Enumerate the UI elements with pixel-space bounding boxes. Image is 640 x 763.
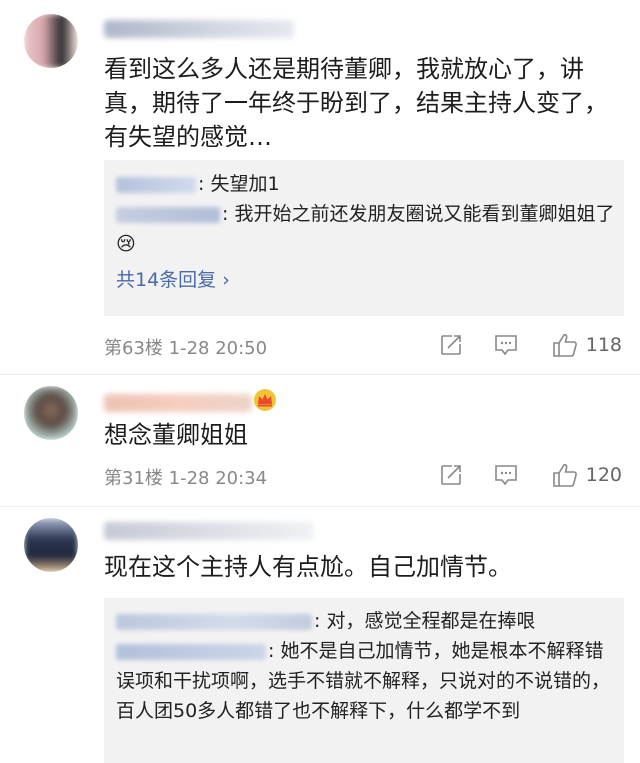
username[interactable] xyxy=(104,20,294,38)
reply-box: : 失望加1 : 我开始之前还发朋友圈说又能看到董卿姐姐了😢 共14条回复 › xyxy=(104,160,624,316)
reply-item[interactable]: : 她不是自己加情节，她是根本不解释错误项和干扰项啊，选手不错就不解释，只说对的… xyxy=(104,636,624,726)
username[interactable] xyxy=(104,394,252,412)
reply-username[interactable] xyxy=(116,643,266,660)
like-icon[interactable] xyxy=(552,462,578,488)
reply-box: : 对，感觉全程都是在捧哏 : 她不是自己加情节，她是根本不解释错误项和干扰项啊… xyxy=(104,598,624,763)
comment-3: 现在这个主持人有点尬。自己加情节。 : 对，感觉全程都是在捧哏 : 她不是自己加… xyxy=(0,506,640,763)
reply-text: : 对，感觉全程都是在捧哏 xyxy=(314,610,536,632)
action-bar: 120 xyxy=(440,460,622,490)
like-icon[interactable] xyxy=(552,332,578,358)
comment-meta: 第31楼 1-28 20:34 120 xyxy=(104,460,622,490)
username[interactable] xyxy=(104,522,314,540)
reply-text: : 失望加1 xyxy=(198,173,280,195)
action-bar: 118 xyxy=(440,330,622,360)
floor-time: 第63楼 1-28 20:50 xyxy=(104,338,268,359)
reply-username[interactable] xyxy=(116,176,196,193)
avatar[interactable] xyxy=(24,518,78,572)
reply-item[interactable]: : 我开始之前还发朋友圈说又能看到董卿姐姐了😢 xyxy=(104,199,624,259)
crown-badge-icon xyxy=(252,388,278,416)
reply-username[interactable] xyxy=(116,206,220,223)
like-count: 120 xyxy=(585,464,622,486)
comment-text: 想念董卿姐姐 xyxy=(104,421,248,449)
reply-username[interactable] xyxy=(116,613,312,630)
share-icon[interactable] xyxy=(440,334,462,356)
share-icon[interactable] xyxy=(440,464,462,486)
comment-text: 现在这个主持人有点尬。自己加情节。 xyxy=(104,553,512,581)
comment-1: 看到这么多人还是期待董卿，我就放心了，讲真，期待了一年终于盼到了，结果主持人变了… xyxy=(0,0,640,360)
comment-meta: 第63楼 1-28 20:50 118 xyxy=(104,330,622,360)
avatar[interactable] xyxy=(24,14,78,68)
floor-time: 第31楼 1-28 20:34 xyxy=(104,468,268,489)
more-replies-link[interactable]: 共14条回复 › xyxy=(104,265,624,295)
comment-icon[interactable] xyxy=(494,334,518,356)
comment-icon[interactable] xyxy=(494,464,518,486)
avatar[interactable] xyxy=(24,386,78,440)
comment-text: 看到这么多人还是期待董卿，我就放心了，讲真，期待了一年终于盼到了，结果主持人变了… xyxy=(104,55,608,151)
reply-item[interactable]: : 对，感觉全程都是在捧哏 xyxy=(104,606,624,636)
comment-2: 想念董卿姐姐 第31楼 1-28 20:34 120 xyxy=(0,374,640,498)
reply-item[interactable]: : 失望加1 xyxy=(104,169,624,199)
like-count: 118 xyxy=(585,334,622,356)
